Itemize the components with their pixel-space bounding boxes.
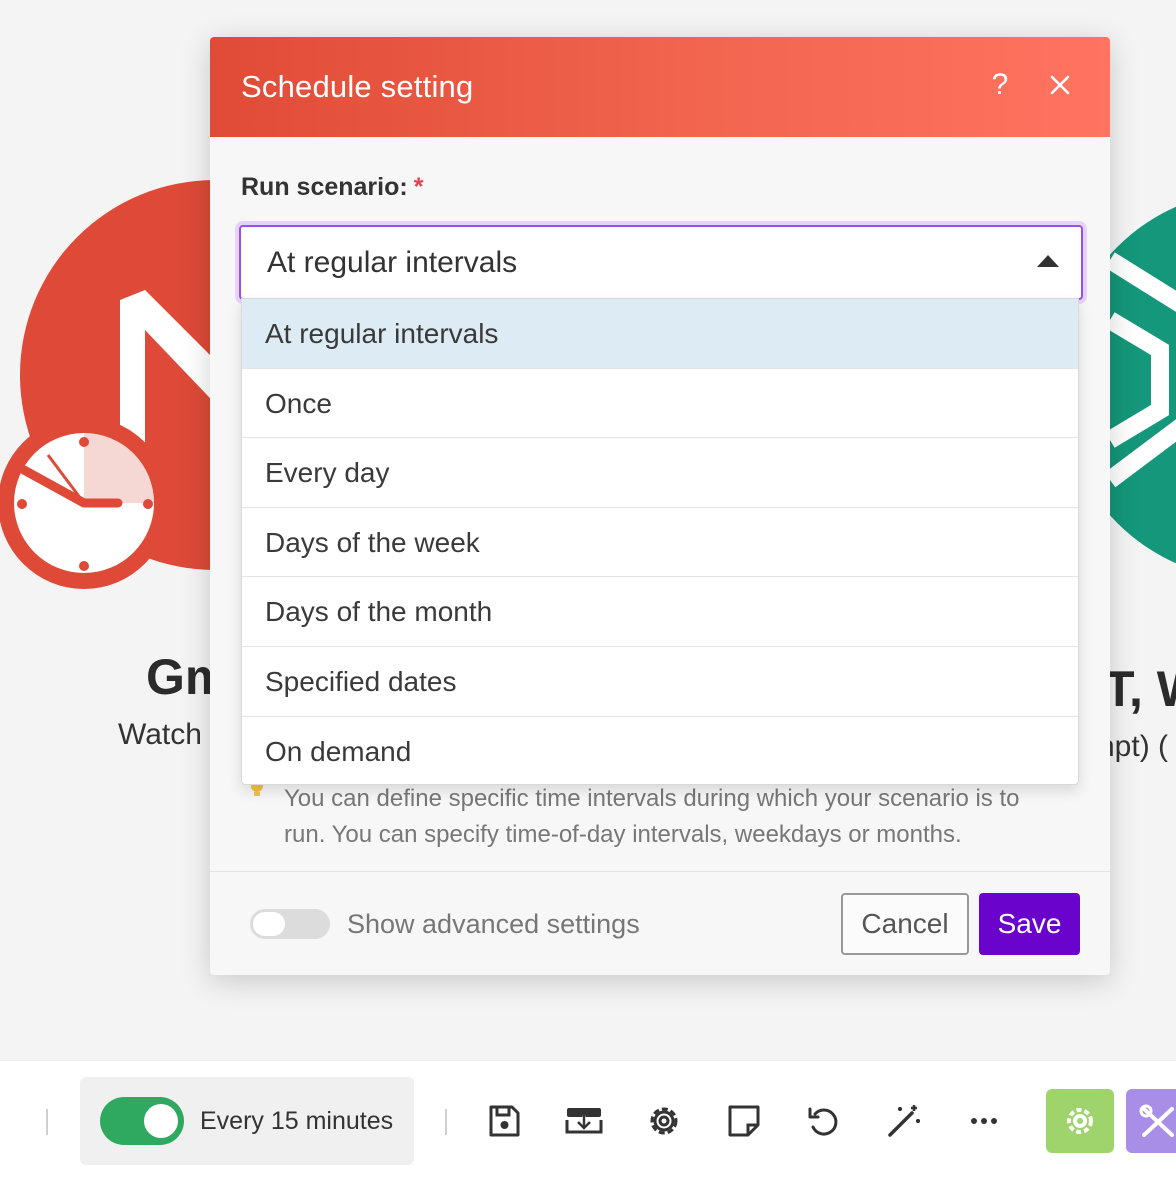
run-scenario-select[interactable]: At regular intervals xyxy=(239,225,1083,300)
footer-divider xyxy=(210,871,1110,872)
save-icon xyxy=(489,1105,520,1137)
option-specified-dates[interactable]: Specified dates xyxy=(242,647,1078,717)
scenario-settings-button[interactable] xyxy=(644,1101,684,1141)
select-current-value: At regular intervals xyxy=(267,246,518,279)
undo-icon xyxy=(808,1107,838,1136)
option-label: Days of the month xyxy=(265,596,493,628)
option-label: Every day xyxy=(265,457,390,489)
option-every-day[interactable]: Every day xyxy=(242,438,1078,508)
option-label: Once xyxy=(265,387,332,419)
option-label: Days of the week xyxy=(265,526,480,558)
option-label: On demand xyxy=(265,735,412,767)
toggle-knob xyxy=(144,1104,178,1138)
required-marker: * xyxy=(413,173,424,201)
schedule-help-text: You can define specific time intervals d… xyxy=(284,781,1084,853)
close-button[interactable] xyxy=(1042,65,1078,105)
auto-align-button[interactable] xyxy=(884,1101,924,1141)
option-label: At regular intervals xyxy=(265,318,499,349)
close-icon xyxy=(1050,75,1070,95)
notes-button[interactable] xyxy=(724,1101,764,1141)
right-module-title: T, W xyxy=(1104,661,1176,717)
option-label: Specified dates xyxy=(265,665,457,697)
clock-icon xyxy=(0,383,170,611)
option-on-demand[interactable]: On demand xyxy=(242,717,1078,784)
dialog-title: Schedule setting xyxy=(241,69,474,104)
toolbar-separator xyxy=(445,1109,447,1135)
tools-button[interactable] xyxy=(1126,1089,1176,1153)
option-days-of-month[interactable]: Days of the month xyxy=(242,577,1078,647)
help-text-line-2: run. You can specify time-of-day interva… xyxy=(284,821,962,848)
gear-icon xyxy=(1067,1108,1093,1134)
bottom-toolbar: Every 15 minutes xyxy=(0,1060,1176,1182)
more-icon xyxy=(971,1118,997,1124)
option-once[interactable]: Once xyxy=(242,369,1078,439)
notes-icon xyxy=(728,1105,760,1137)
save-button[interactable]: Save xyxy=(979,893,1080,955)
help-text-line-1: You can define specific time intervals d… xyxy=(284,785,1020,812)
advanced-settings-label[interactable]: Show advanced settings xyxy=(347,909,640,940)
schedule-interval-label[interactable]: Every 15 minutes xyxy=(200,1107,393,1136)
schedule-control[interactable]: Every 15 minutes xyxy=(80,1077,414,1165)
run-scenario-label-text: Run scenario: xyxy=(241,173,408,201)
option-at-regular-intervals[interactable]: At regular intervals xyxy=(242,299,1078,369)
toolbar-separator xyxy=(46,1109,48,1135)
caret-up-icon xyxy=(1037,255,1059,267)
blueprint-button[interactable] xyxy=(564,1101,604,1141)
more-options-button[interactable] xyxy=(964,1101,1004,1141)
advanced-settings-toggle[interactable] xyxy=(250,909,330,939)
save-scenario-button[interactable] xyxy=(484,1101,524,1141)
tools-icon xyxy=(1139,1104,1174,1137)
run-scenario-options-list: At regular intervals Once Every day Days… xyxy=(241,298,1079,785)
export-blueprint-icon xyxy=(565,1108,603,1134)
settings-gear-icon xyxy=(650,1107,678,1135)
magic-wand-icon xyxy=(888,1105,920,1137)
dialog-header: Schedule setting ? xyxy=(210,37,1110,137)
help-button[interactable]: ? xyxy=(983,65,1017,105)
run-scenario-label: Run scenario: * xyxy=(241,173,423,202)
flow-control-button[interactable] xyxy=(1046,1089,1114,1153)
toggle-knob xyxy=(253,912,285,936)
scheduling-toggle[interactable] xyxy=(100,1097,184,1145)
undo-button[interactable] xyxy=(804,1101,844,1141)
left-module-subtitle: Watch xyxy=(118,718,202,751)
openai-icon xyxy=(1104,252,1176,488)
option-days-of-week[interactable]: Days of the week xyxy=(242,508,1078,578)
cancel-button[interactable]: Cancel xyxy=(841,893,969,955)
